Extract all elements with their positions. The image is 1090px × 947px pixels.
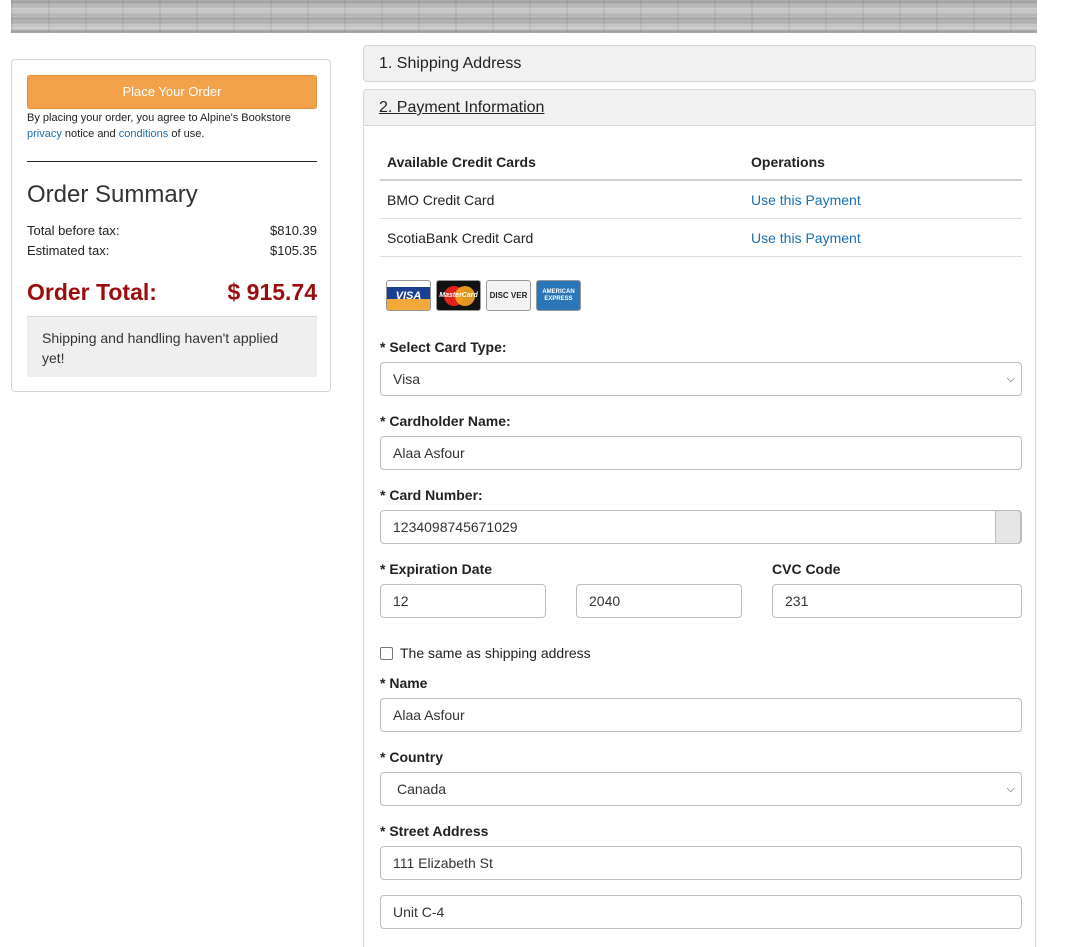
chevron-down-icon: ⌵ <box>1006 783 1015 795</box>
card-number-addon <box>995 510 1021 544</box>
visa-icon: VISA <box>386 280 431 311</box>
discover-logo-text: DISC VER <box>489 291 528 300</box>
privacy-link[interactable]: privacy <box>27 128 62 140</box>
street-address-value: 111 Elizabeth St <box>393 855 493 871</box>
use-payment-link[interactable]: Use this Payment <box>751 230 861 246</box>
street-address-line2-input[interactable]: Unit C-4 <box>380 895 1022 929</box>
agreement-suffix: of use. <box>171 128 205 140</box>
total-before-tax-row: Total before tax: $810.39 <box>27 223 317 238</box>
agreement-prefix: By placing your order, you agree to Alpi… <box>27 112 291 124</box>
same-as-shipping-label: The same as shipping address <box>400 645 591 661</box>
place-order-button[interactable]: Place Your Order <box>27 75 317 109</box>
mastercard-logo-text: MasterCard <box>439 292 478 299</box>
shipping-address-title: 1. Shipping Address <box>379 55 522 72</box>
street-address-label: * Street Address <box>380 823 489 839</box>
amex-logo-text: AMERICAN EXPRESS <box>542 288 575 302</box>
conditions-link[interactable]: conditions <box>119 128 169 140</box>
table-row: BMO Credit Card Use this Payment <box>380 181 1022 219</box>
card-number-value: 1234098745671029 <box>393 519 518 535</box>
country-value: Canada <box>397 781 447 797</box>
column-header-operations: Operations <box>751 154 825 170</box>
card-type-select[interactable]: Visa ⌵ <box>380 362 1022 396</box>
credit-cards-table: Available Credit Cards Operations BMO Cr… <box>380 145 1022 257</box>
amex-icon: AMERICAN EXPRESS <box>536 280 581 311</box>
country-select[interactable]: Canada ⌵ <box>380 772 1022 806</box>
billing-name-label: * Name <box>380 675 428 691</box>
cardholder-name-input[interactable]: Alaa Asfour <box>380 436 1022 470</box>
order-total-value: $ 915.74 <box>227 279 317 305</box>
visa-logo-text: VISA <box>395 289 422 302</box>
expiration-year-value: 2040 <box>589 593 621 609</box>
table-header-row: Available Credit Cards Operations <box>380 145 1022 181</box>
table-row: ScotiaBank Credit Card Use this Payment <box>380 219 1022 257</box>
header-banner <box>11 0 1037 33</box>
shipping-note: Shipping and handling haven't applied ye… <box>27 316 317 377</box>
expiration-date-label: * Expiration Date <box>380 561 493 577</box>
agreement-text: By placing your order, you agree to Alpi… <box>27 110 327 142</box>
card-number-label: * Card Number: <box>380 487 483 503</box>
order-summary-title: Order Summary <box>27 181 198 208</box>
card-type-value: Visa <box>393 371 420 387</box>
expiration-year-input[interactable]: 2040 <box>576 584 742 618</box>
use-payment-link[interactable]: Use this Payment <box>751 192 861 208</box>
country-label: * Country <box>380 749 443 765</box>
cardholder-name-value: Alaa Asfour <box>393 445 465 461</box>
card-name: BMO Credit Card <box>387 191 495 208</box>
same-as-shipping-checkbox[interactable] <box>380 646 393 660</box>
chevron-down-icon: ⌵ <box>1006 373 1015 385</box>
card-logos: VISA MasterCard DISC VER AMERICAN EXPRES… <box>386 280 581 311</box>
agreement-middle: notice and <box>64 128 116 140</box>
discover-icon: DISC VER <box>486 280 531 311</box>
estimated-tax-row: Estimated tax: $105.35 <box>27 243 317 258</box>
street-address-line2-value: Unit C-4 <box>393 904 445 920</box>
billing-name-value: Alaa Asfour <box>393 707 465 723</box>
mastercard-icon: MasterCard <box>436 280 481 311</box>
expiration-month-value: 12 <box>393 593 409 609</box>
billing-name-input[interactable]: Alaa Asfour <box>380 698 1022 732</box>
payment-information-title: 2. Payment Information <box>379 99 545 116</box>
total-before-tax-label: Total before tax: <box>27 223 120 238</box>
cvc-input[interactable]: 231 <box>772 584 1022 618</box>
divider <box>27 161 317 162</box>
estimated-tax-value: $105.35 <box>270 243 317 258</box>
card-name: ScotiaBank Credit Card <box>387 229 534 246</box>
cvc-value: 231 <box>785 593 809 609</box>
order-total-row: Order Total: $ 915.74 <box>27 279 317 306</box>
shipping-address-header[interactable]: 1. Shipping Address <box>363 45 1036 82</box>
order-summary-panel: Place Your Order By placing your order, … <box>11 59 331 392</box>
same-as-shipping-row[interactable]: The same as shipping address <box>380 645 591 661</box>
payment-information-body: Available Credit Cards Operations BMO Cr… <box>363 127 1036 947</box>
expiration-month-input[interactable]: 12 <box>380 584 546 618</box>
cvc-label: CVC Code <box>772 561 841 577</box>
street-address-input[interactable]: 111 Elizabeth St <box>380 846 1022 880</box>
card-type-label: * Select Card Type: <box>380 339 507 355</box>
card-number-input[interactable]: 1234098745671029 <box>380 510 1022 544</box>
total-before-tax-value: $810.39 <box>270 223 317 238</box>
column-header-cards: Available Credit Cards <box>387 154 536 170</box>
estimated-tax-label: Estimated tax: <box>27 243 110 258</box>
cardholder-name-label: * Cardholder Name: <box>380 413 511 429</box>
order-total-label: Order Total: <box>27 279 157 305</box>
payment-information-header[interactable]: 2. Payment Information <box>363 89 1036 126</box>
